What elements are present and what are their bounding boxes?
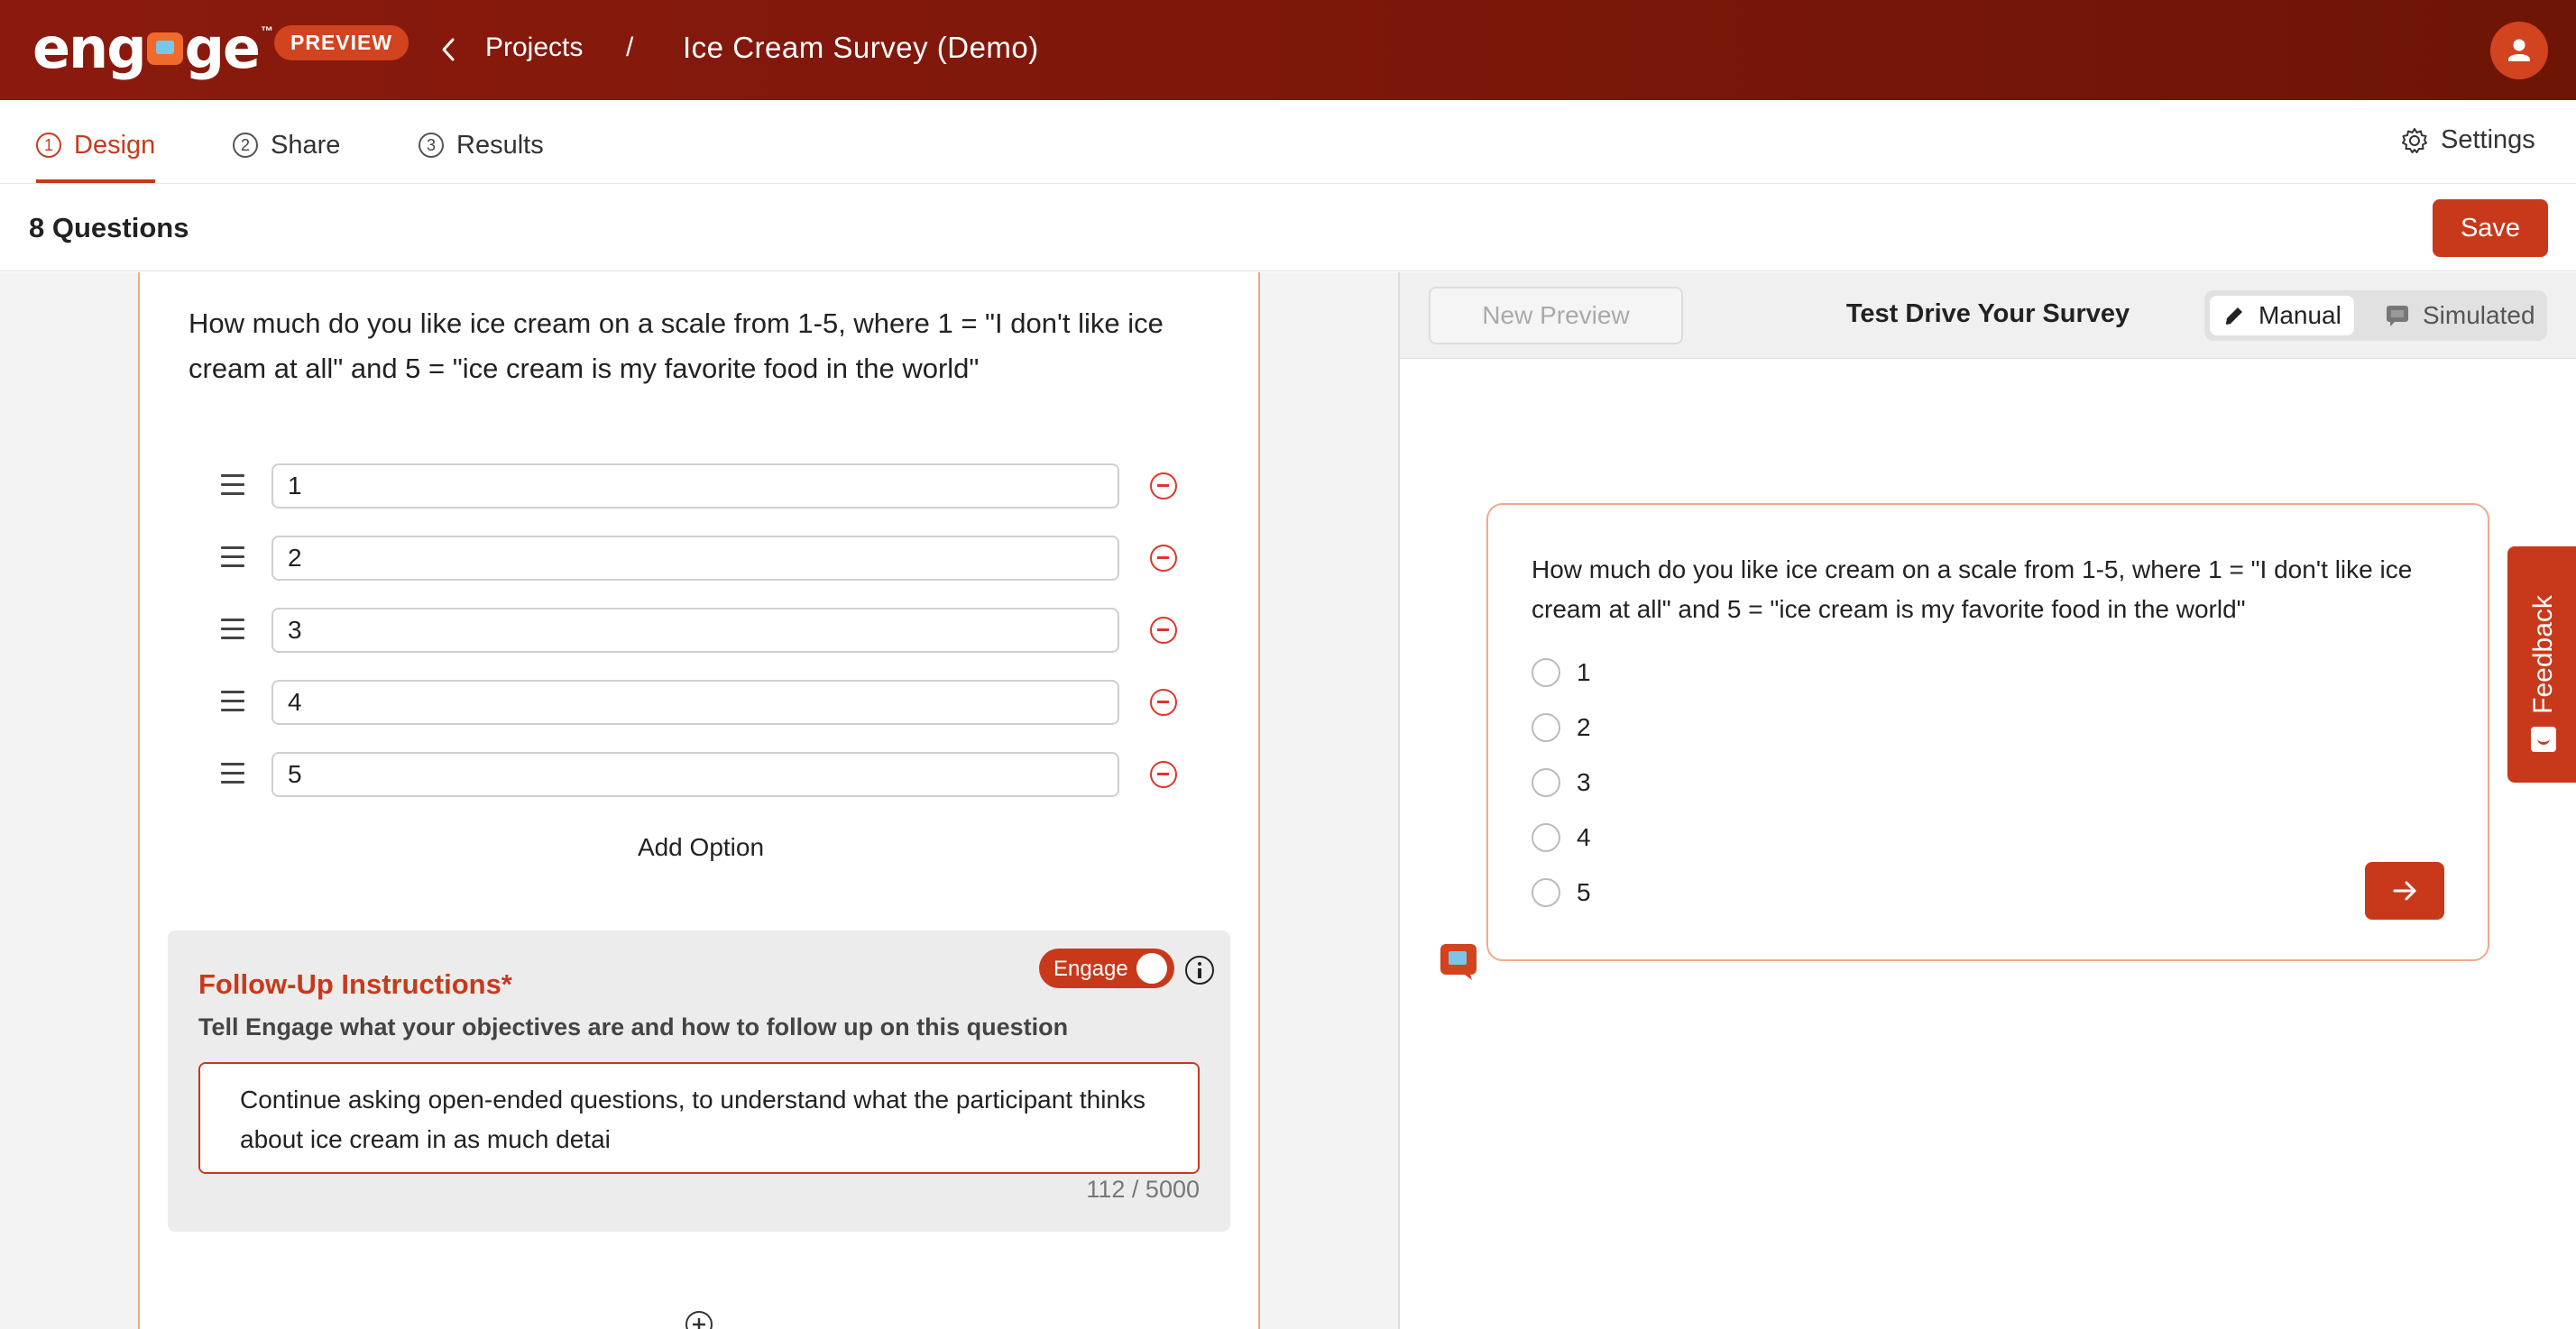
choice-option[interactable]: 3 <box>1532 768 1591 797</box>
questions-bar: 8 Questions Save <box>0 185 2576 271</box>
mode-label: Manual <box>2259 301 2341 329</box>
drag-handle-icon[interactable] <box>221 546 244 568</box>
mode-simulated-button[interactable]: Simulated <box>2372 296 2548 335</box>
choice-label: 4 <box>1577 823 1591 851</box>
active-tab-indicator <box>36 179 155 183</box>
tab-results[interactable]: 3 Results <box>419 127 544 163</box>
drag-handle-icon[interactable] <box>221 474 244 496</box>
choice-option[interactable]: 2 <box>1532 713 1591 742</box>
plus-circle-icon[interactable] <box>685 1311 713 1329</box>
choice-label: 3 <box>1577 768 1591 796</box>
tab-label: Results <box>456 130 544 160</box>
radio-button[interactable] <box>1532 658 1560 687</box>
user-avatar[interactable] <box>2490 22 2548 79</box>
feedback-tab[interactable]: Feedback <box>2507 546 2576 783</box>
engage-bot-avatar-icon <box>1440 944 1477 980</box>
logo-text-eng: eng <box>32 15 147 81</box>
settings-button[interactable]: Settings <box>2401 125 2535 155</box>
tab-share[interactable]: 2 Share <box>233 127 340 163</box>
tab-label: Design <box>74 130 156 160</box>
drag-handle-icon[interactable] <box>221 619 244 640</box>
chevron-left-icon[interactable] <box>438 34 458 65</box>
radio-button[interactable] <box>1532 768 1560 797</box>
radio-button[interactable] <box>1532 823 1560 852</box>
logo-bubble-icon <box>146 32 183 65</box>
follow-up-instructions-input[interactable]: Continue asking open-ended questions, to… <box>198 1062 1200 1174</box>
follow-up-subtitle: Tell Engage what your objectives are and… <box>198 1013 1069 1040</box>
feedback-label: Feedback <box>2528 595 2558 714</box>
choice-option[interactable]: 1 <box>1532 658 1591 687</box>
next-button[interactable] <box>2365 862 2444 920</box>
workflow-tabs: 1 Design 2 Share 3 Results Settings <box>0 100 2576 184</box>
follow-up-title: Follow-Up Instructions* <box>198 968 512 1000</box>
option-row <box>221 463 1186 509</box>
choice-option[interactable]: 5 <box>1532 878 1591 907</box>
step-number: 3 <box>419 133 444 158</box>
choice-option[interactable]: 4 <box>1532 823 1591 852</box>
radio-button[interactable] <box>1532 713 1560 742</box>
remove-circle-icon[interactable] <box>1150 761 1177 788</box>
preview-mode-switch: Manual Simulated <box>2204 290 2547 341</box>
choice-label: 1 <box>1577 658 1591 686</box>
drag-handle-icon[interactable] <box>221 691 244 712</box>
settings-label: Settings <box>2441 125 2535 154</box>
question-text[interactable]: How much do you like ice cream on a scal… <box>189 301 1217 391</box>
questions-count: 8 Questions <box>29 212 189 243</box>
option-input[interactable] <box>271 463 1119 509</box>
smile-icon <box>2531 727 2556 752</box>
character-count: 112 / 5000 <box>1086 1176 1200 1203</box>
toggle-knob <box>1136 953 1167 984</box>
preview-question-card: How much do you like ice cream on a scal… <box>1486 503 2489 961</box>
remove-circle-icon[interactable] <box>1150 472 1177 500</box>
pencil-icon <box>2225 307 2242 325</box>
step-number: 2 <box>233 133 258 158</box>
question-card: How much do you like ice cream on a scal… <box>138 272 1260 1329</box>
user-icon <box>2508 39 2530 61</box>
step-number: 1 <box>36 133 61 158</box>
option-row <box>221 680 1186 725</box>
toggle-label: Engage <box>1053 957 1128 981</box>
arrow-right-icon <box>2393 881 2416 901</box>
project-title: Ice Cream Survey (Demo) <box>683 31 1039 64</box>
tab-label: Share <box>271 130 341 160</box>
radio-button[interactable] <box>1532 878 1560 907</box>
mode-label: Simulated <box>2423 301 2535 329</box>
info-icon[interactable] <box>1185 956 1214 985</box>
option-input[interactable] <box>271 536 1119 581</box>
remove-circle-icon[interactable] <box>1150 617 1177 644</box>
preview-question-text: How much do you like ice cream on a scal… <box>1532 555 2413 623</box>
breadcrumb-separator: / <box>626 32 634 62</box>
breadcrumb-projects[interactable]: Projects <box>485 32 583 63</box>
option-input[interactable] <box>271 752 1119 797</box>
preview-badge: PREVIEW <box>274 25 409 60</box>
preview-header: New Preview Test Drive Your Survey Manua… <box>1400 272 2576 359</box>
add-option-button[interactable]: Add Option <box>140 833 1262 862</box>
option-input[interactable] <box>271 608 1119 653</box>
plus-glyph <box>693 1318 705 1329</box>
option-row <box>221 536 1186 581</box>
option-row <box>221 752 1186 797</box>
top-bar: eng ge ™ PREVIEW Projects / Ice Cream Sur… <box>0 0 2576 100</box>
question-editor-pane[interactable]: How much do you like ice cream on a scal… <box>0 272 1398 1329</box>
gear-icon <box>2402 127 2427 153</box>
drag-handle-icon[interactable] <box>221 763 244 784</box>
save-button[interactable]: Save <box>2433 199 2548 257</box>
chat-icon <box>2387 306 2408 326</box>
choice-label: 5 <box>1577 878 1591 906</box>
follow-up-section: Engage Follow-Up Instructions* Tell Enga… <box>168 930 1230 1232</box>
logo-text-ge: ge <box>184 15 261 81</box>
mode-manual-button[interactable]: Manual <box>2210 296 2354 335</box>
option-row <box>221 608 1186 653</box>
option-input[interactable] <box>271 680 1119 725</box>
choice-label: 2 <box>1577 713 1591 741</box>
tab-design[interactable]: 1 Design <box>36 127 155 163</box>
survey-preview-pane: New Preview Test Drive Your Survey Manua… <box>1400 272 2576 1329</box>
remove-circle-icon[interactable] <box>1150 545 1177 572</box>
remove-circle-icon[interactable] <box>1150 689 1177 716</box>
logo-trademark: ™ <box>261 23 274 38</box>
engage-toggle[interactable]: Engage <box>1039 949 1174 988</box>
engage-logo[interactable]: eng ge ™ <box>32 20 273 78</box>
